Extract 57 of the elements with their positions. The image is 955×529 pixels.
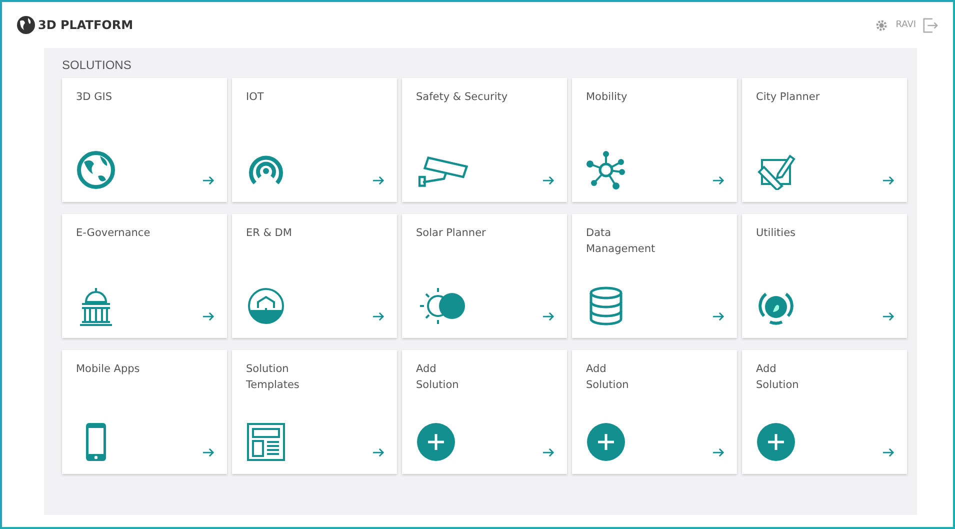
section-title: SOLUTIONS bbox=[62, 58, 132, 72]
settings-icon[interactable] bbox=[874, 18, 888, 32]
solution-tile[interactable]: City Planner bbox=[742, 78, 907, 202]
solution-tile[interactable]: Add Solution bbox=[402, 350, 567, 474]
add-icon[interactable] bbox=[586, 422, 626, 462]
arrow-icon[interactable] bbox=[542, 447, 555, 458]
arrow-icon[interactable] bbox=[542, 311, 555, 322]
arrow-icon[interactable] bbox=[882, 175, 895, 186]
arrow-icon[interactable] bbox=[882, 311, 895, 322]
solution-tile[interactable]: E-Governance bbox=[62, 214, 227, 338]
solution-tile[interactable]: Safety & Security bbox=[402, 78, 567, 202]
solution-tile[interactable]: Solar Planner bbox=[402, 214, 567, 338]
solution-tile[interactable]: Solution Templates bbox=[232, 350, 397, 474]
arrow-icon[interactable] bbox=[372, 175, 385, 186]
solution-tile[interactable]: 3D GIS bbox=[62, 78, 227, 202]
arrow-icon[interactable] bbox=[202, 311, 215, 322]
solution-tile[interactable]: Data Management bbox=[572, 214, 737, 338]
tile-label: Safety & Security bbox=[416, 90, 508, 105]
logout-icon[interactable] bbox=[922, 16, 939, 34]
arrow-icon[interactable] bbox=[372, 447, 385, 458]
tile-label: E-Governance bbox=[76, 226, 150, 241]
tile-label: Add Solution bbox=[586, 362, 629, 393]
add-icon[interactable] bbox=[416, 422, 456, 462]
arrow-icon[interactable] bbox=[882, 447, 895, 458]
tile-label: City Planner bbox=[756, 90, 820, 105]
arrow-icon[interactable] bbox=[202, 175, 215, 186]
arrow-icon[interactable] bbox=[542, 175, 555, 186]
arrow-icon[interactable] bbox=[202, 447, 215, 458]
tile-label: Utilities bbox=[756, 226, 796, 241]
arrow-icon[interactable] bbox=[372, 311, 385, 322]
arrow-icon[interactable] bbox=[712, 175, 725, 186]
solution-tile[interactable]: Mobile Apps bbox=[62, 350, 227, 474]
tile-label: Solution Templates bbox=[246, 362, 300, 393]
solution-tile[interactable]: IOT bbox=[232, 78, 397, 202]
solution-tile[interactable]: ER & DM bbox=[232, 214, 397, 338]
arrow-icon[interactable] bbox=[712, 447, 725, 458]
tile-label: Mobile Apps bbox=[76, 362, 140, 377]
tile-label: 3D GIS bbox=[76, 90, 112, 105]
globe-logo-icon bbox=[16, 15, 36, 35]
app-title: 3D PLATFORM bbox=[38, 18, 134, 32]
solution-tile[interactable]: Add Solution bbox=[742, 350, 907, 474]
arrow-icon[interactable] bbox=[712, 311, 725, 322]
tile-label: Data Management bbox=[586, 226, 656, 257]
network-icon bbox=[586, 150, 626, 190]
tile-label: Solar Planner bbox=[416, 226, 486, 241]
globe-icon bbox=[76, 150, 116, 190]
add-icon[interactable] bbox=[756, 422, 796, 462]
tile-label: Mobility bbox=[586, 90, 628, 105]
tile-label: IOT bbox=[246, 90, 264, 105]
solution-tile[interactable]: Mobility bbox=[572, 78, 737, 202]
tile-label: Add Solution bbox=[756, 362, 799, 393]
disaster-scene-icon bbox=[246, 286, 286, 326]
tile-label: ER & DM bbox=[246, 226, 292, 241]
solution-tile[interactable]: Utilities bbox=[742, 214, 907, 338]
template-icon bbox=[246, 422, 286, 462]
solution-tile[interactable]: Add Solution bbox=[572, 350, 737, 474]
tile-label: Add Solution bbox=[416, 362, 459, 393]
